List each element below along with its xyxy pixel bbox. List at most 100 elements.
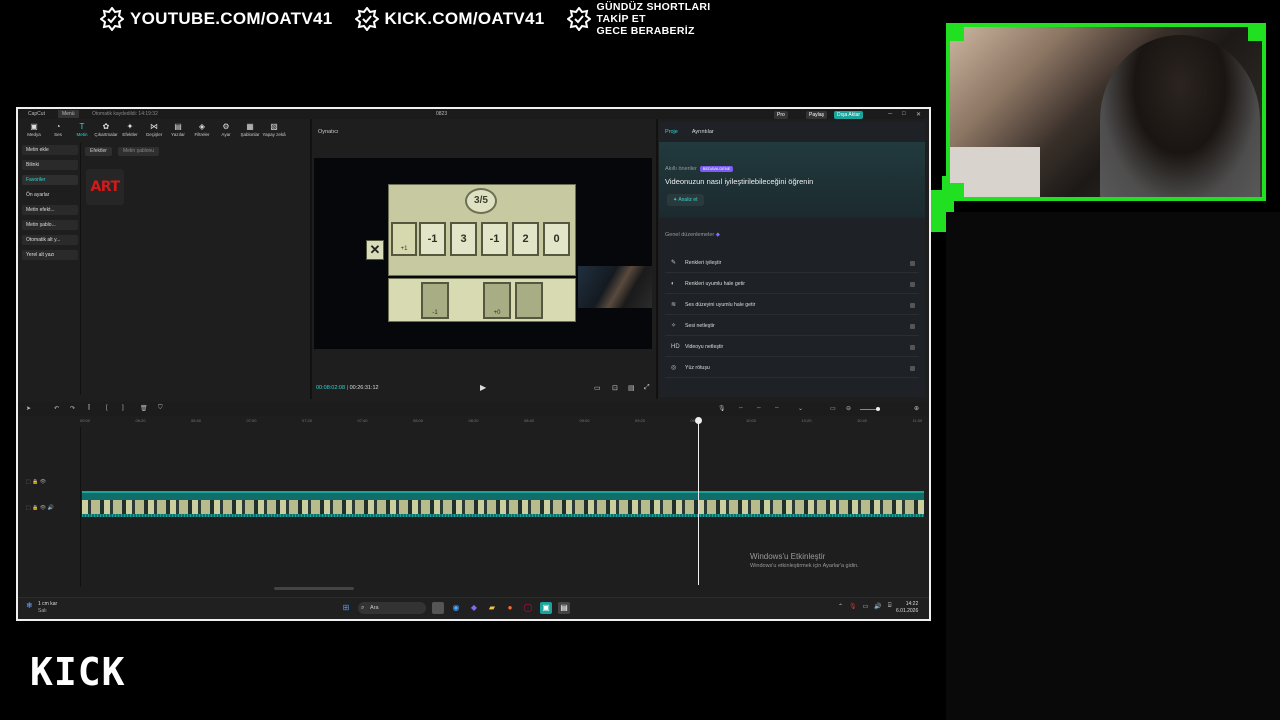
general-edit-option[interactable]: ◎ Yüz rötuşu <box>665 359 919 378</box>
pro-button[interactable]: Pro <box>774 111 788 119</box>
nav-item[interactable]: Ön ayarlar <box>22 190 78 200</box>
timeline-toolbar: ➤ ↶ ↷ ⫿ [ ] 🗑 ⛉ 🎙 ⇔ ⇔ ⇔ ⌄ ▭ ⊖ ⊕ <box>18 402 929 416</box>
tool-adjust[interactable]: ⚙ Ayar <box>214 122 238 142</box>
option-toggle[interactable] <box>910 345 915 350</box>
tab-project[interactable]: Proje <box>665 129 678 135</box>
undo-icon[interactable]: ↶ <box>54 405 59 412</box>
delete-icon[interactable]: 🗑 <box>140 405 148 412</box>
tab-text-template[interactable]: Metin şablonu <box>117 147 160 156</box>
tool-captions[interactable]: ▤ Yazılar <box>166 122 190 142</box>
fit-icon[interactable]: ⊡ <box>612 384 618 392</box>
general-edit-option[interactable]: HD Videoyu netleştir <box>665 338 919 357</box>
mic-icon[interactable]: 🎙 <box>849 603 857 610</box>
general-edit-option[interactable]: ≋ Ses düzeyini uyumlu hale getir <box>665 296 919 315</box>
tool-audio[interactable]: ◔ Ses <box>46 122 70 142</box>
snow-icon: ❄ <box>26 601 33 610</box>
caption-icon[interactable]: ▭ <box>830 405 836 412</box>
nav-item[interactable]: Metin ekle <box>22 145 78 155</box>
video-preview[interactable]: ✕ 3/5 +1 -1 3 -1 2 0 -1 +0 <box>314 158 652 349</box>
tool-filters[interactable]: ◈ Filtreler <box>190 122 214 142</box>
tab-effects[interactable]: Efektler <box>85 147 112 156</box>
playhead-handle[interactable] <box>695 417 702 424</box>
weather-widget[interactable]: ❄ 1 cm kar Salı <box>26 601 57 614</box>
ruler-tick: 08:00 <box>413 418 424 423</box>
trim-right-icon[interactable]: ] <box>122 405 124 411</box>
snap-icon[interactable]: ⇔ <box>756 405 762 411</box>
general-edit-option[interactable]: ✧ Sesi netleştir <box>665 317 919 336</box>
preview-axis-icon[interactable]: ⇔ <box>774 405 780 411</box>
shield-icon[interactable]: ⛉ <box>158 405 163 412</box>
nav-item[interactable]: Yerel alt yazı <box>22 250 78 260</box>
nav-item[interactable]: Metin şablo... <box>22 220 78 230</box>
analyze-button[interactable]: ✦ Analiz et <box>667 194 704 206</box>
game-button: +0 <box>483 282 511 319</box>
play-icon[interactable]: ▶ <box>480 383 486 392</box>
game-card: 2 <box>512 222 539 256</box>
app-icon[interactable]: ▤ <box>558 602 570 614</box>
display-icon[interactable]: ▭ <box>863 603 869 610</box>
general-edit-option[interactable]: ✎ Renkleri iyileştir <box>665 254 919 273</box>
taskbar-search[interactable]: ⌕ Ara <box>358 602 426 614</box>
edge-icon[interactable]: ◉ <box>450 602 462 614</box>
tool-templates[interactable]: ▦ Şablonlar <box>238 122 262 142</box>
volume-icon[interactable]: 🔊 <box>874 603 881 610</box>
redo-icon[interactable]: ↷ <box>70 405 75 412</box>
split-icon[interactable]: ⫿ <box>88 405 90 412</box>
mic-icon[interactable]: 🎙 <box>718 405 726 412</box>
nav-item[interactable]: Bilinki <box>22 160 78 170</box>
share-button[interactable]: Paylaş <box>806 111 828 119</box>
video-clip[interactable] <box>82 491 924 517</box>
art-effect-thumbnail[interactable]: ART <box>86 169 124 205</box>
fullscreen-icon[interactable]: ⤢ <box>644 384 650 392</box>
link-icon[interactable]: ⇔ <box>738 405 744 411</box>
hd-icon: HD <box>671 344 680 350</box>
close-icon[interactable]: ✕ <box>916 111 921 118</box>
option-label: Yüz rötuşu <box>685 365 710 371</box>
project-name: 0823 <box>436 111 448 117</box>
maximize-icon[interactable]: □ <box>902 111 906 117</box>
clock-time: 14:22 <box>905 601 919 607</box>
tool-transitions[interactable]: ⋈ Geçişler <box>142 122 166 142</box>
zoom-slider-knob[interactable] <box>876 407 880 411</box>
general-edit-option[interactable]: ◐ Renkleri uyumlu hale getir <box>665 275 919 294</box>
chevron-down-icon[interactable]: ⌄ <box>798 405 803 412</box>
file-explorer-icon[interactable]: ▰ <box>486 602 498 614</box>
timeline-scrollbar[interactable] <box>274 587 354 590</box>
capcut-taskbar-icon[interactable]: ▣ <box>540 602 552 614</box>
tool-stickers[interactable]: ✿ Çıkartmalar <box>94 122 118 142</box>
face-retouch-icon: ◎ <box>671 365 677 371</box>
windows-start-icon[interactable]: ⊞ <box>340 602 352 614</box>
app-icon[interactable]: ◯ <box>522 602 534 614</box>
option-toggle[interactable] <box>910 282 915 287</box>
menu-button[interactable]: Menü <box>58 110 79 118</box>
zoom-out-icon[interactable]: ⊖ <box>846 405 851 412</box>
option-toggle[interactable] <box>910 261 915 266</box>
tool-ai[interactable]: ▧ Yapay zekâ <box>262 122 286 142</box>
chevron-up-icon[interactable]: ⌃ <box>838 603 843 610</box>
playhead[interactable] <box>698 417 699 585</box>
minimize-icon[interactable]: ─ <box>888 111 892 117</box>
ruler-tick: 06:20 <box>135 418 146 423</box>
select-icon[interactable]: ➤ <box>26 405 31 412</box>
browser-icon[interactable]: ● <box>504 602 516 614</box>
task-view-icon[interactable] <box>432 602 444 614</box>
option-toggle[interactable] <box>910 366 915 371</box>
teams-icon[interactable]: ◆ <box>468 602 480 614</box>
tool-media[interactable]: ▣ Medya <box>22 122 46 142</box>
network-icon[interactable]: ⌸ <box>888 603 892 610</box>
tab-details[interactable]: Ayrıntılar <box>692 129 714 135</box>
nav-item[interactable]: Favoriler <box>22 175 78 185</box>
quality-icon[interactable]: ▤ <box>628 384 635 392</box>
option-toggle[interactable] <box>910 303 915 308</box>
taskbar-clock[interactable]: 14:22 6.01.2026 <box>896 601 918 615</box>
tool-effects[interactable]: ✦ Efektler <box>118 122 142 142</box>
zoom-fit-icon[interactable]: ⊕ <box>914 405 919 412</box>
trim-left-icon[interactable]: [ <box>106 405 108 411</box>
kick-logo: KICK <box>30 650 126 694</box>
option-toggle[interactable] <box>910 324 915 329</box>
ratio-icon[interactable]: ▭ <box>594 384 601 392</box>
nav-item[interactable]: Metin efekt... <box>22 205 78 215</box>
export-button[interactable]: Dışa Aktar <box>834 111 864 119</box>
nav-item[interactable]: Otomatik alt y... <box>22 235 78 245</box>
tool-text[interactable]: T Metin <box>70 122 94 142</box>
